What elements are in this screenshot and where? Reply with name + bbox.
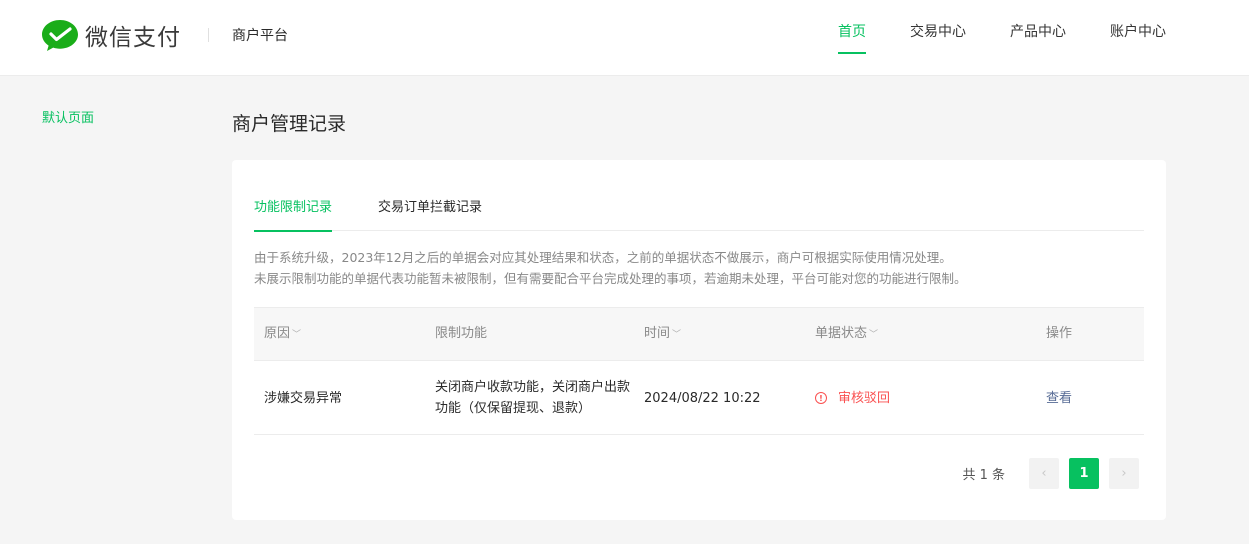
page-number-button[interactable]: 1 (1069, 458, 1099, 489)
wechat-pay-logo-icon (42, 20, 78, 51)
chevron-down-icon: ﹀ (869, 330, 879, 340)
nav-transactions[interactable]: 交易中心 (910, 0, 966, 76)
chevron-down-icon: ﹀ (292, 330, 302, 340)
column-label: 操作 (1046, 326, 1073, 341)
cell-time: 2024/08/22 10:22 (644, 390, 761, 406)
column-header-reason[interactable]: 原因 ﹀ (264, 308, 301, 362)
column-label: 原因 (264, 326, 291, 341)
prev-page-button[interactable]: ‹ (1029, 458, 1059, 489)
column-label: 单据状态 (815, 326, 868, 341)
view-button[interactable]: 查看 (1046, 388, 1072, 409)
notice-text: 由于系统升级，2023年12月之后的单据会对应其处理结果和状态，之前的单据状态不… (254, 247, 967, 289)
tab-order-interceptions[interactable]: 交易订单拦截记录 (378, 200, 482, 231)
pagination: 共 1 条 ‹ 1 › (962, 458, 1139, 489)
chevron-right-icon: › (1121, 466, 1127, 481)
next-page-button[interactable]: › (1109, 458, 1139, 489)
total-count: 共 1 条 (962, 468, 1005, 483)
platform-label: 商户平台 (232, 28, 288, 44)
column-header-function: 限制功能 (435, 308, 487, 362)
tab-function-restrictions[interactable]: 功能限制记录 (254, 200, 333, 232)
logo[interactable]: 微信支付 (41, 17, 181, 53)
nav-account[interactable]: 账户中心 (1110, 0, 1166, 76)
status-badge: 审核驳回 (838, 390, 891, 406)
top-nav: 首页 交易中心 产品中心 账户中心 (794, 0, 1166, 76)
cell-action: 查看 (1046, 361, 1072, 435)
record-tabs: 功能限制记录 交易订单拦截记录 (254, 200, 1144, 232)
column-header-action: 操作 (1046, 308, 1072, 362)
cell-status: ! 审核驳回 (815, 361, 890, 435)
header-divider (208, 28, 209, 42)
brand-name: 微信支付 (85, 25, 181, 51)
table-header: 原因 ﹀ 限制功能 时间 ﹀ 单据状态 ﹀ 操作 (254, 307, 1144, 361)
column-label: 限制功能 (435, 326, 488, 341)
notice-line: 未展示限制功能的单据代表功能暂未被限制，但有需要配合平台完成处理的事项，若逾期未… (254, 271, 967, 286)
notice-line: 由于系统升级，2023年12月之后的单据会对应其处理结果和状态，之前的单据状态不… (254, 250, 952, 265)
nav-products[interactable]: 产品中心 (1010, 0, 1066, 76)
records-table: 原因 ﹀ 限制功能 时间 ﹀ 单据状态 ﹀ 操作 涉嫌交易异常 关闭商户收款功能，关闭… (254, 307, 1144, 435)
column-header-status[interactable]: 单据状态 ﹀ (815, 308, 878, 362)
chevron-down-icon: ﹀ (672, 330, 682, 340)
page-title: 商户管理记录 (232, 113, 347, 135)
nav-home[interactable]: 首页 (838, 0, 866, 76)
sidebar-item-default-page[interactable]: 默认页面 (42, 107, 94, 126)
chevron-left-icon: ‹ (1041, 466, 1047, 481)
records-card: 功能限制记录 交易订单拦截记录 由于系统升级，2023年12月之后的单据会对应其… (232, 160, 1166, 520)
column-label: 时间 (644, 326, 671, 341)
cell-reason: 涉嫌交易异常 (264, 390, 343, 406)
alert-circle-icon: ! (815, 392, 827, 404)
cell-function: 关闭商户收款功能，关闭商户出款功能（仅保留提现、退款） (435, 380, 631, 416)
top-header: 微信支付 商户平台 首页 交易中心 产品中心 账户中心 (0, 0, 1249, 76)
column-header-time[interactable]: 时间 ﹀ (644, 308, 681, 362)
table-row: 涉嫌交易异常 关闭商户收款功能，关闭商户出款功能（仅保留提现、退款） 2024/… (254, 361, 1144, 435)
